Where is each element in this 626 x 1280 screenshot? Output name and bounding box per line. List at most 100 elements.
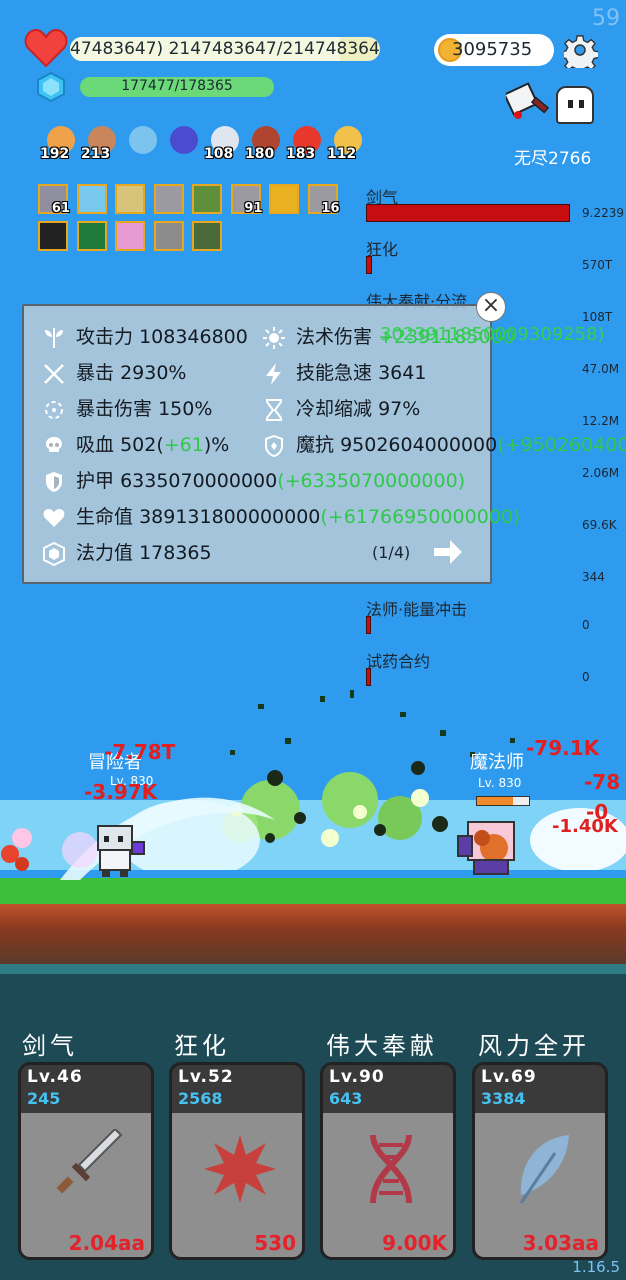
stat-attack: 攻击力 108346800 — [42, 322, 248, 350]
mp-bar: 177477/178365 — [80, 77, 274, 97]
skill-card-wind[interactable]: Lv.69 3384 3.03aa — [472, 1062, 608, 1260]
fps-counter: 59 — [592, 6, 620, 31]
cleaver-icon[interactable] — [506, 82, 552, 122]
dps-name-8: 法师·能量冲击 — [366, 600, 468, 619]
water-surface — [0, 964, 626, 974]
inventory-item[interactable]: 183 — [286, 126, 324, 166]
skill-points: 245 — [27, 1089, 61, 1108]
passive-skill-icon[interactable]: 61 — [38, 184, 70, 216]
skill-points: 2568 — [178, 1089, 223, 1108]
wizard-hat-icon — [170, 126, 198, 154]
hp-text: 47483647) 2147483647/2147483647 — [70, 39, 380, 59]
stat-mp: 法力值 178365 — [42, 538, 212, 566]
passive-skill-icon[interactable] — [76, 184, 107, 214]
stat-attack-label: 攻击力 — [76, 326, 134, 348]
stat-crit-damage-value: 150% — [158, 398, 213, 420]
dps-value-2: 108T — [582, 310, 613, 324]
passive-skill-icon[interactable] — [115, 221, 145, 251]
enemy-name: 魔法师 — [470, 752, 524, 773]
skill-card-sword[interactable]: Lv.46 245 2.04aa — [18, 1062, 154, 1260]
inventory-item[interactable]: 108 — [204, 126, 242, 166]
sword-icon — [56, 1129, 123, 1194]
stat-crit-value: 2930% — [120, 362, 187, 384]
mp-text: 177477/178365 — [121, 78, 233, 94]
heart-outline-icon — [43, 508, 65, 527]
skill-level: Lv.52 — [178, 1067, 234, 1087]
next-page-arrow-icon[interactable] — [432, 538, 464, 566]
skull-icon — [46, 436, 62, 452]
axe-icon — [45, 327, 63, 348]
close-button[interactable]: × — [476, 292, 506, 322]
skill-card-devotion[interactable]: Lv.90 643 9.00K — [320, 1062, 456, 1260]
enemy-hp-bar — [476, 796, 530, 806]
magic-shield-icon — [265, 434, 283, 457]
stat-lifesteal-value: 502 — [120, 434, 157, 456]
inventory-item[interactable]: 112 — [327, 126, 365, 166]
dps-value-8: 0 — [582, 618, 590, 632]
rage-splat-icon — [204, 1135, 276, 1203]
inventory-count: 108 — [204, 146, 234, 162]
stat-armor-value: 6335070000000 — [120, 470, 278, 492]
stat-lifesteal-unit: % — [211, 434, 230, 456]
endless-stage-label: 无尽2766 — [514, 149, 592, 169]
shield-icon — [46, 471, 62, 492]
skill-card-rage[interactable]: Lv.52 2568 530 — [169, 1062, 305, 1260]
stat-armor-bonus: (+6335070000000) — [277, 470, 466, 492]
passive-skill-icon[interactable] — [192, 184, 222, 214]
passive-skill-icon[interactable]: 16 — [307, 184, 340, 216]
enemy-damage-1: -79.1K — [526, 736, 600, 760]
stat-crit-damage-label: 暴击伤害 — [76, 398, 153, 420]
dps-name-9: 试药合约 — [366, 652, 431, 671]
stat-haste: 技能急速 3641 — [262, 358, 426, 386]
hero-sprite — [97, 825, 145, 877]
skill-level: Lv.46 — [27, 1067, 83, 1087]
passive-skill-icon[interactable]: 91 — [230, 184, 263, 216]
gear-icon[interactable] — [564, 34, 598, 68]
skill-title-1: 狂化 — [174, 1032, 230, 1060]
dps-bar-0 — [366, 204, 570, 222]
hp-bar: 47483647) 2147483647/2147483647 — [70, 37, 380, 61]
stat-hp-bonus: (+61766950000000) — [320, 506, 521, 528]
hourglass-icon — [266, 398, 282, 421]
passive-skill-icon[interactable] — [153, 184, 184, 214]
skill-cost: 9.00K — [382, 1231, 447, 1255]
inventory-item[interactable]: 213 — [81, 126, 119, 166]
skill-title-3: 风力全开 — [478, 1032, 590, 1060]
dps-value-1: 570T — [582, 258, 613, 272]
passive-skill-icon[interactable] — [38, 221, 68, 251]
gold-counter: 3095735 — [434, 34, 554, 66]
dps-value-3: 47.0M — [582, 362, 620, 376]
passive-skill-icon[interactable] — [269, 184, 299, 214]
passive-skill-icon[interactable] — [115, 184, 145, 214]
inventory-item[interactable] — [167, 126, 201, 166]
inventory-count: 192 — [40, 146, 70, 162]
stat-haste-label: 技能急速 — [296, 362, 373, 384]
dps-bar-8 — [366, 616, 371, 634]
stat-attack-value: 108346800 — [139, 326, 248, 348]
stat-lifesteal-bonus: +61 — [163, 434, 204, 456]
stat-crit: 暴击 2930% — [42, 358, 186, 386]
dps-value-6: 69.6K — [582, 518, 617, 532]
stat-magic-resist-label: 魔抗 — [296, 434, 335, 456]
skill-title-0: 剑气 — [22, 1032, 78, 1060]
inventory-item[interactable]: 192 — [40, 126, 78, 166]
crystal-icon — [43, 541, 65, 566]
inventory-item[interactable]: 180 — [245, 126, 283, 166]
stat-crit-label: 暴击 — [76, 362, 115, 384]
passive-skill-count: 16 — [321, 201, 340, 216]
stat-magic-resist: 魔抗 9502604000000(+950260400 — [262, 430, 626, 458]
ghost-icon[interactable] — [556, 86, 594, 124]
passive-skill-icon[interactable] — [76, 221, 107, 251]
version-label: 1.16.5 — [572, 1258, 620, 1276]
skill-cost: 3.03aa — [522, 1231, 599, 1255]
passive-skill-icon[interactable] — [192, 221, 222, 251]
lightning-icon — [266, 362, 281, 385]
skill-level: Lv.90 — [329, 1067, 385, 1087]
passive-skill-icon[interactable] — [153, 221, 184, 251]
skill-points: 3384 — [481, 1089, 526, 1108]
inventory-item[interactable] — [126, 126, 160, 166]
enemy-mage-sprite — [457, 821, 515, 875]
stat-haste-value: 3641 — [378, 362, 427, 384]
dps-bar-9 — [366, 668, 371, 686]
overflow-green-text: 3023911850009309258) — [380, 324, 605, 345]
